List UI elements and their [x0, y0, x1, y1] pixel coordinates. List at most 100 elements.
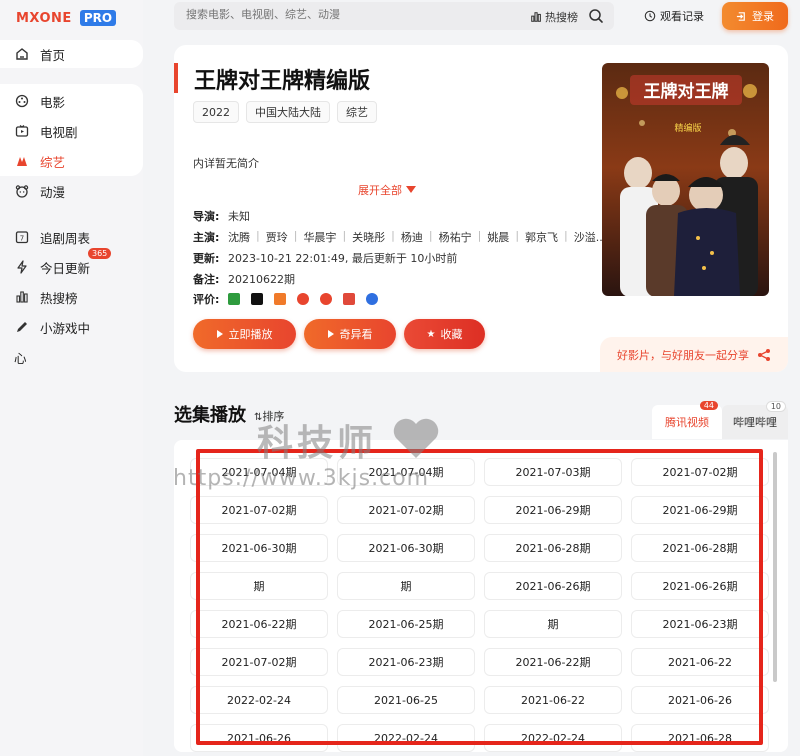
episode-item[interactable]: 2021-06-28 [631, 724, 769, 752]
cast-member[interactable]: 杨迪 [401, 229, 423, 245]
login-icon [736, 11, 745, 21]
favorite-label: 收藏 [440, 328, 463, 341]
weibo-icon[interactable] [320, 293, 332, 305]
film-reel-icon [14, 93, 30, 109]
star-icon: ★ [426, 328, 436, 340]
sidebar-item-heart[interactable]: 心 [14, 346, 27, 368]
episode-item[interactable]: 2021-06-26 [631, 686, 769, 714]
episode-item[interactable]: 2021-06-22期 [190, 610, 328, 638]
xiaohongshu-icon[interactable] [274, 293, 286, 305]
poster-image[interactable]: 王牌对王牌 精编版 [602, 63, 769, 296]
tab-label: 哔哩哔哩 [733, 416, 777, 429]
episode-item[interactable]: 2021-07-02期 [631, 458, 769, 486]
share-icon [758, 348, 770, 361]
login-button[interactable]: 登录 [722, 2, 788, 30]
qiyi-watch-button[interactable]: 奇异看 [304, 319, 396, 349]
bear-face-icon [14, 183, 30, 199]
sidebar-item-home[interactable]: 首页 [14, 43, 65, 65]
sidebar-item-today[interactable]: 今日更新 365 [14, 248, 112, 278]
sidebar-item-hot[interactable]: 热搜榜 [14, 286, 78, 308]
tag-year[interactable]: 2022 [193, 101, 239, 123]
cast-member[interactable]: 郭京飞 [525, 229, 558, 245]
play-icon [327, 330, 334, 338]
episode-item[interactable]: 期 [484, 610, 622, 638]
sidebar-item-label: 小游戏中 [40, 320, 91, 336]
sidebar-item-movie[interactable]: 电影 [14, 90, 65, 112]
episode-item[interactable]: 2022-02-24 [337, 724, 475, 752]
episode-item[interactable]: 2021-06-23期 [337, 648, 475, 676]
episode-item[interactable]: 期 [190, 572, 328, 600]
tag-region[interactable]: 中国大陆大陆 [246, 101, 330, 123]
cast-member[interactable]: 关晓彤 [352, 229, 385, 245]
tv-icon [14, 123, 30, 139]
title-accent-bar [174, 63, 178, 93]
qiyi-watch-label: 奇异看 [339, 328, 373, 341]
sidebar-item-games[interactable]: 小游戏中 [14, 316, 90, 338]
episode-item[interactable]: 2022-02-24 [484, 724, 622, 752]
tag-list: 2022 中国大陆大陆 综艺 [193, 101, 384, 123]
douyin-icon[interactable] [251, 293, 263, 305]
cast-member[interactable]: 华晨宇 [303, 229, 336, 245]
logo-text: MXONE [16, 10, 72, 26]
cast-member[interactable]: 杨祐宁 [439, 229, 472, 245]
sidebar-item-anime[interactable]: 动漫 [14, 180, 65, 202]
intro-text: 内详暂无简介 [193, 157, 259, 170]
hot-search-link[interactable]: 热搜榜 [530, 9, 578, 25]
watch-history-link[interactable]: 观看记录 [644, 8, 704, 24]
episode-item[interactable]: 2021-06-29期 [484, 496, 622, 524]
episode-item[interactable]: 2021-06-26期 [484, 572, 622, 600]
cast-member[interactable]: 姚晨 [487, 229, 509, 245]
episode-item[interactable]: 2021-07-04期 [190, 458, 328, 486]
episode-item[interactable]: 2021-06-25 [337, 686, 475, 714]
sort-button[interactable]: ⇅排序 [254, 408, 284, 424]
episode-item[interactable]: 2021-06-28期 [631, 534, 769, 562]
episode-item[interactable]: 2021-07-02期 [190, 648, 328, 676]
sidebar-item-schedule[interactable]: 7 追剧周表 [14, 226, 90, 248]
episode-item[interactable]: 2021-06-23期 [631, 610, 769, 638]
episode-item[interactable]: 2021-07-03期 [484, 458, 622, 486]
logo[interactable]: MXONE PRO [16, 9, 117, 27]
sort-label: 排序 [262, 410, 285, 423]
sidebar-item-tv[interactable]: 电视剧 [14, 120, 78, 142]
episode-scrollbar[interactable] [773, 452, 777, 682]
baidu-paw-icon[interactable] [366, 293, 378, 305]
weibo-circle-icon[interactable] [297, 293, 309, 305]
episode-item[interactable]: 2021-06-22期 [484, 648, 622, 676]
share-label: 好影片，与好朋友一起分享 [617, 348, 749, 362]
episode-item[interactable]: 2021-06-25期 [337, 610, 475, 638]
update-value: 2023-10-21 22:01:49, 最后更新于 10小时前 [228, 252, 458, 265]
red-badge-icon[interactable] [343, 293, 355, 305]
episode-item[interactable]: 2021-07-02期 [190, 496, 328, 524]
play-now-button[interactable]: 立即播放 [193, 319, 296, 349]
cast-member[interactable]: 沈腾 [228, 229, 250, 245]
tab-tencent[interactable]: 腾讯视频 44 [652, 401, 722, 439]
episode-item[interactable]: 2021-06-22 [484, 686, 622, 714]
expand-all-button[interactable]: 展开全部 [358, 182, 416, 198]
episode-item[interactable]: 2022-02-24 [190, 686, 328, 714]
sidebar-item-label: 动漫 [40, 184, 66, 200]
episode-item[interactable]: 2021-06-26 [190, 724, 328, 752]
episode-item[interactable]: 期 [337, 572, 475, 600]
episode-item[interactable]: 2021-06-22 [631, 648, 769, 676]
episode-item[interactable]: 2021-07-02期 [337, 496, 475, 524]
tab-bilibili[interactable]: 哔哩哔哩 10 [722, 401, 788, 439]
director-value[interactable]: 未知 [228, 208, 250, 224]
favorite-button[interactable]: ★ 收藏 [404, 319, 485, 349]
calendar-icon: 7 [14, 229, 30, 245]
episode-item[interactable]: 2021-06-26期 [631, 572, 769, 600]
search-input[interactable] [186, 8, 506, 21]
episode-item[interactable]: 2021-06-28期 [484, 534, 622, 562]
play-icon [216, 330, 223, 338]
update-row: 更新: 2023-10-21 22:01:49, 最后更新于 10小时前 [193, 250, 457, 266]
episode-item[interactable]: 2021-06-30期 [190, 534, 328, 562]
douban-icon[interactable] [228, 293, 240, 305]
tag-genre[interactable]: 综艺 [337, 101, 377, 123]
search-icon[interactable] [588, 8, 604, 24]
cast-member[interactable]: 贾玲 [266, 229, 288, 245]
share-banner[interactable]: 好影片，与好朋友一起分享 [600, 337, 788, 372]
sidebar-item-variety[interactable]: 综艺 [14, 150, 65, 172]
episode-panel: 2021-07-04期 2021-07-04期 2021-07-03期 2021-07… [174, 440, 788, 752]
episode-item[interactable]: 2021-07-04期 [337, 458, 475, 486]
episode-item[interactable]: 2021-06-30期 [337, 534, 475, 562]
episode-item[interactable]: 2021-06-29期 [631, 496, 769, 524]
